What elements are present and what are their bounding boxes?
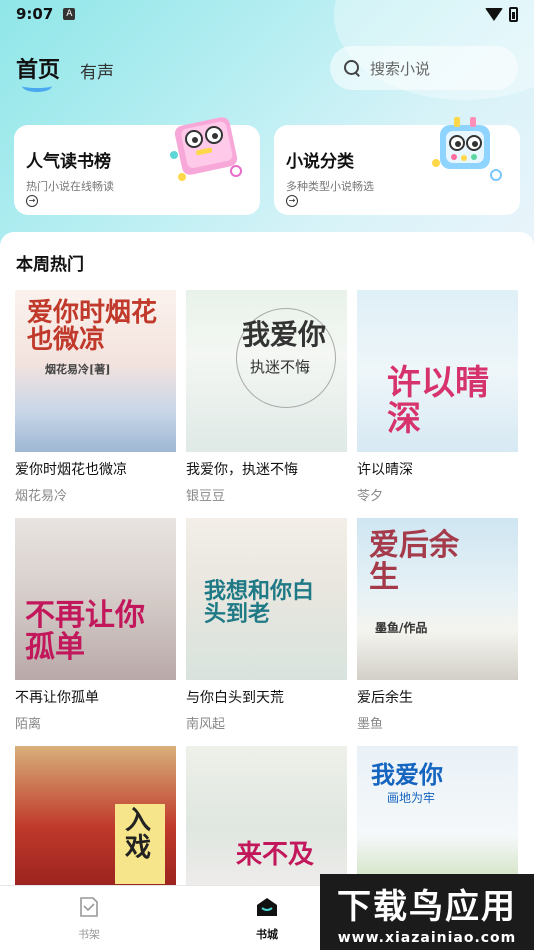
cover-title: 爱你时烟花也微凉	[27, 298, 158, 356]
book-item[interactable]: 我爱你 执迷不悔 我爱你，执迷不悔 银豆豆	[186, 290, 347, 518]
book-title: 许以晴深	[357, 462, 413, 478]
book-cover[interactable]: 爱你时烟花也微凉 烟花易冷[著]	[15, 290, 176, 452]
robot-mascot-icon	[432, 117, 502, 181]
book-cover[interactable]: 我想和你白头到老	[186, 518, 347, 680]
cover-title: 我爱你	[371, 760, 443, 789]
notification-icon: A	[63, 8, 76, 20]
nav-label: 书城	[256, 928, 278, 941]
status-bar: 9:07 A	[0, 0, 534, 28]
book-item[interactable]: 不再让你孤单 不再让你孤单 陌离	[15, 518, 176, 746]
book-cover[interactable]: 许以晴深	[357, 290, 518, 452]
book-item[interactable]: 我想和你白头到老 与你白头到天荒 南风起	[186, 518, 347, 746]
book-author: 南风起	[186, 717, 226, 732]
section-title: 本周热门	[16, 255, 84, 275]
battery-icon	[509, 6, 518, 22]
book-title: 爱后余生	[357, 690, 413, 706]
nav-label: 书架	[78, 928, 100, 941]
book-author: 银豆豆	[186, 489, 226, 504]
book-item[interactable]: 爱你时烟花也微凉 烟花易冷[著] 爱你时烟花也微凉 烟花易冷	[15, 290, 176, 518]
cover-title: 我爱你	[242, 318, 327, 351]
bookshelf-icon	[80, 897, 98, 917]
book-author: 烟花易冷	[15, 489, 68, 504]
book-grid: 爱你时烟花也微凉 烟花易冷[著] 爱你时烟花也微凉 烟花易冷 我爱你 执迷不悔 …	[15, 290, 519, 950]
cover-subtitle: 画地为牢	[387, 791, 436, 805]
cover-title: 入戏	[125, 806, 152, 864]
card-categories[interactable]: 小说分类 多种类型小说畅选 →	[274, 117, 520, 215]
cover-title: 我想和你白头到老	[204, 578, 315, 628]
book-cover[interactable]: 入戏	[15, 746, 176, 908]
search-icon	[344, 60, 360, 76]
arrow-right-icon: →	[286, 195, 298, 207]
tab-audio[interactable]: 有声	[80, 58, 114, 83]
book-title: 我爱你，执迷不悔	[186, 462, 298, 478]
book-mascot-icon	[170, 117, 242, 181]
search-placeholder: 搜索小说	[370, 59, 431, 78]
arrow-right-icon: →	[26, 195, 38, 207]
nav-bookshelf[interactable]: 书架	[0, 886, 178, 950]
card-popular-ranking[interactable]: 人气读书榜 热门小说在线畅读 →	[14, 117, 260, 215]
book-author: 苓夕	[357, 489, 384, 504]
wifi-icon	[485, 7, 503, 21]
book-cover[interactable]: 我爱你 执迷不悔	[186, 290, 347, 452]
bookstore-icon	[257, 898, 277, 916]
cover-title: 爱后余生	[369, 528, 459, 595]
watermark-main: 下载鸟应用	[337, 886, 517, 927]
cover-title: 不再让你孤单	[25, 598, 145, 665]
cover-subtitle: 墨鱼/作品	[375, 621, 428, 635]
cover-title: 许以晴深	[387, 363, 489, 439]
book-title: 爱你时烟花也微凉	[15, 462, 127, 478]
status-right	[485, 6, 518, 22]
watermark-url: www.xiazainiao.com	[337, 929, 517, 946]
book-author: 陌离	[15, 717, 42, 732]
watermark-logo: 下载鸟应用 www.xiazainiao.com	[320, 874, 534, 950]
status-time: 9:07	[16, 5, 54, 23]
book-item[interactable]: 爱后余生 墨鱼/作品 爱后余生 墨鱼	[357, 518, 518, 746]
book-item[interactable]: 许以晴深 许以晴深 苓夕	[357, 290, 518, 518]
book-cover[interactable]: 不再让你孤单	[15, 518, 176, 680]
book-title: 与你白头到天荒	[186, 690, 284, 706]
feature-cards: 人气读书榜 热门小说在线畅读 → 小说分类 多种类型小说畅选 →	[14, 117, 520, 215]
tab-home[interactable]: 首页	[16, 52, 60, 92]
cover-subtitle: 执迷不悔	[250, 358, 311, 376]
search-bar[interactable]: 搜索小说	[330, 46, 518, 90]
book-author: 墨鱼	[357, 717, 384, 732]
header: 首页 有声 搜索小说	[0, 40, 534, 96]
book-title: 不再让你孤单	[15, 690, 99, 706]
cover-subtitle: 烟花易冷[著]	[45, 363, 111, 376]
book-cover[interactable]: 爱后余生 墨鱼/作品	[357, 518, 518, 680]
cover-title: 来不及	[236, 840, 315, 870]
